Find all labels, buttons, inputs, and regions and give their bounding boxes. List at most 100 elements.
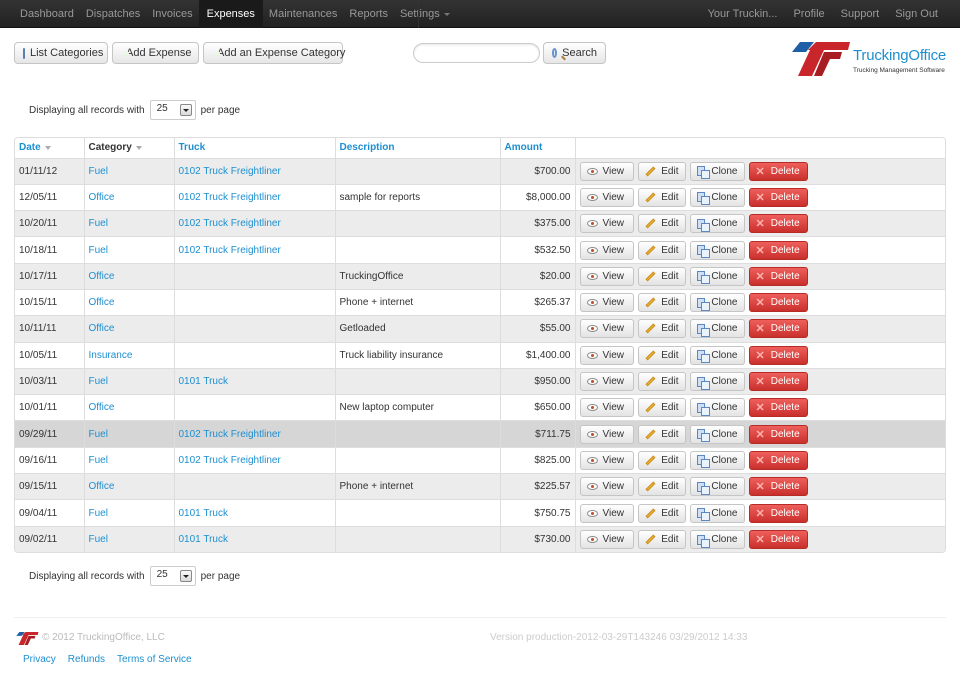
category-link[interactable]: Fuel [89,508,108,519]
edit-button[interactable]: Edit [637,345,686,365]
edit-button[interactable]: Edit [637,214,686,234]
view-button[interactable]: View [579,450,634,470]
view-button[interactable]: View [579,477,634,497]
delete-button[interactable]: ✕ Delete [748,161,808,181]
delete-button[interactable]: ✕ Delete [748,214,808,234]
edit-button[interactable]: Edit [637,372,686,392]
footer-link-terms[interactable]: Terms of Service [117,654,191,665]
view-button[interactable]: View [579,503,634,523]
column-header-truck[interactable]: Truck [173,138,335,158]
edit-button[interactable]: Edit [637,187,686,207]
edit-button[interactable]: Edit [637,398,686,418]
clone-button[interactable]: Clone [689,266,745,286]
clone-button[interactable]: Clone [689,214,745,234]
truck-link[interactable]: 0102 Truck Freightliner [179,166,281,177]
column-header-description[interactable]: Description [334,138,500,158]
category-link[interactable]: Fuel [89,166,108,177]
delete-button[interactable]: ✕ Delete [748,398,808,418]
edit-button[interactable]: Edit [637,161,686,181]
view-button[interactable]: View [579,424,634,444]
edit-button[interactable]: Edit [637,477,686,497]
delete-button[interactable]: ✕ Delete [748,530,808,550]
column-header-date[interactable]: Date [15,138,84,158]
chevron-down-icon[interactable] [179,104,192,116]
search-input[interactable] [413,43,540,63]
view-button[interactable]: View [579,187,634,207]
category-link[interactable]: Office [89,271,115,282]
view-button[interactable]: View [579,530,634,550]
per-page-select[interactable]: 25 [149,100,196,120]
delete-button[interactable]: ✕ Delete [748,345,808,365]
category-link[interactable]: Fuel [89,429,108,440]
clone-button[interactable]: Clone [689,319,745,339]
edit-button[interactable]: Edit [637,503,686,523]
truck-link[interactable]: 0102 Truck Freightliner [179,192,281,203]
view-button[interactable]: View [579,240,634,260]
clone-button[interactable]: Clone [689,240,745,260]
category-link[interactable]: Fuel [89,245,108,256]
add-expense-button[interactable]: Add Expense [112,42,199,64]
clone-button[interactable]: Clone [689,503,745,523]
clone-button[interactable]: Clone [689,477,745,497]
column-header-amount[interactable]: Amount [499,138,575,158]
truck-link[interactable]: 0101 Truck [179,534,228,545]
view-button[interactable]: View [579,266,634,286]
view-button[interactable]: View [579,345,634,365]
truck-link[interactable]: 0102 Truck Freightliner [179,429,281,440]
category-link[interactable]: Office [89,402,115,413]
edit-button[interactable]: Edit [637,530,686,550]
edit-button[interactable]: Edit [637,293,686,313]
delete-button[interactable]: ✕ Delete [748,319,808,339]
category-link[interactable]: Fuel [89,376,108,387]
nav-item-profile[interactable]: Profile [785,0,832,28]
view-button[interactable]: View [579,161,634,181]
nav-item-your-truckin[interactable]: Your Truckin... [700,0,786,28]
nav-item-expenses[interactable]: Expenses [198,0,263,28]
truck-link[interactable]: 0102 Truck Freightliner [179,455,281,466]
footer-link-refunds[interactable]: Refunds [68,654,105,665]
category-link[interactable]: Office [89,192,115,203]
category-link[interactable]: Office [89,323,115,334]
nav-item-dispatches[interactable]: Dispatches [80,0,146,28]
category-link[interactable]: Office [89,481,115,492]
nav-item-maintenances[interactable]: Maintenances [263,0,344,28]
category-link[interactable]: Insurance [89,350,133,361]
search-button[interactable]: Search [543,42,606,64]
delete-button[interactable]: ✕ Delete [748,477,808,497]
edit-button[interactable]: Edit [637,450,686,470]
category-link[interactable]: Fuel [89,218,108,229]
edit-button[interactable]: Edit [637,266,686,286]
chevron-down-icon[interactable] [179,570,192,582]
delete-button[interactable]: ✕ Delete [748,424,808,444]
nav-item-reports[interactable]: Reports [343,0,394,28]
delete-button[interactable]: ✕ Delete [748,450,808,470]
edit-button[interactable]: Edit [637,319,686,339]
delete-button[interactable]: ✕ Delete [748,266,808,286]
view-button[interactable]: View [579,293,634,313]
delete-button[interactable]: ✕ Delete [748,187,808,207]
category-link[interactable]: Fuel [89,455,108,466]
view-button[interactable]: View [579,214,634,234]
truck-link[interactable]: 0101 Truck [179,508,228,519]
view-button[interactable]: View [579,319,634,339]
clone-button[interactable]: Clone [689,372,745,392]
view-button[interactable]: View [579,372,634,392]
per-page-select[interactable]: 25 [149,566,196,586]
truck-link[interactable]: 0101 Truck [179,376,228,387]
nav-item-invoices[interactable]: Invoices [146,0,198,28]
truck-link[interactable]: 0102 Truck Freightliner [179,245,281,256]
clone-button[interactable]: Clone [689,345,745,365]
truck-link[interactable]: 0102 Truck Freightliner [179,218,281,229]
edit-button[interactable]: Edit [637,424,686,444]
category-link[interactable]: Office [89,297,115,308]
clone-button[interactable]: Clone [689,424,745,444]
delete-button[interactable]: ✕ Delete [748,503,808,523]
clone-button[interactable]: Clone [689,450,745,470]
nav-item-settings[interactable]: Settings [394,0,456,28]
footer-link-privacy[interactable]: Privacy [23,654,56,665]
nav-item-dashboard[interactable]: Dashboard [14,0,80,28]
column-header-category[interactable]: Category [83,138,174,158]
clone-button[interactable]: Clone [689,293,745,313]
delete-button[interactable]: ✕ Delete [748,293,808,313]
clone-button[interactable]: Clone [689,161,745,181]
